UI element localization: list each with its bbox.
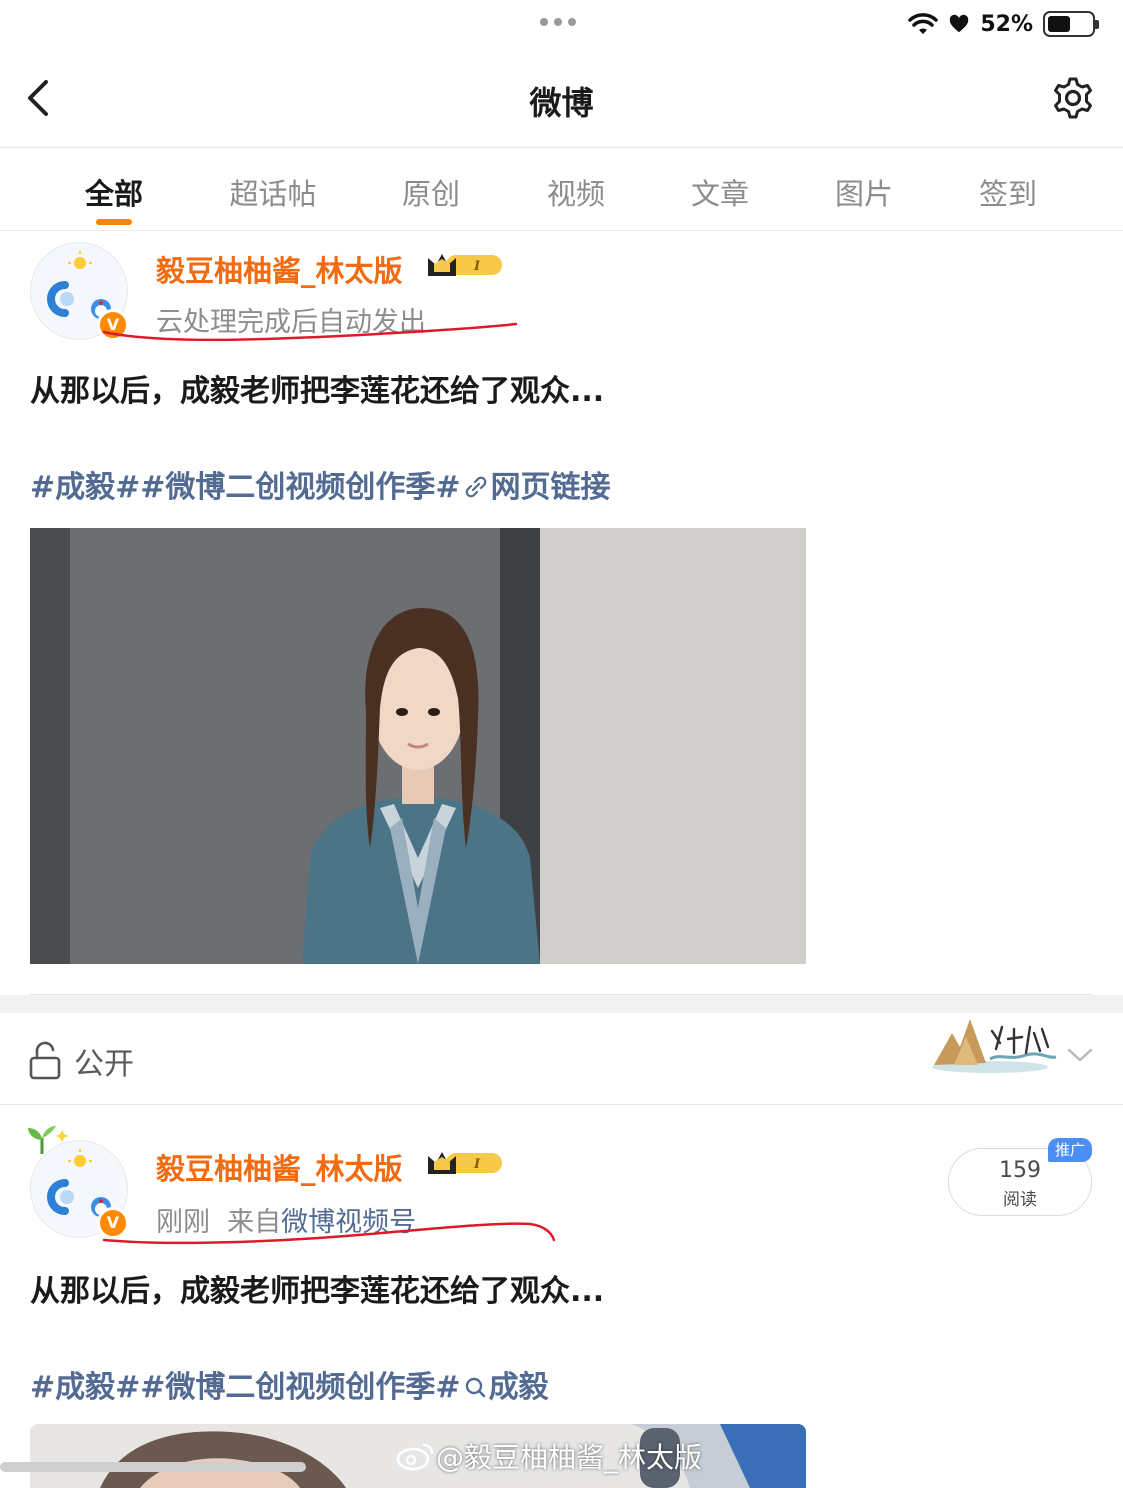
video-frame-image bbox=[30, 528, 806, 964]
red-annotation-underline bbox=[102, 322, 518, 342]
tab-video[interactable]: 视频 bbox=[547, 171, 605, 213]
heart-icon bbox=[950, 14, 969, 33]
wifi-icon bbox=[908, 13, 939, 34]
read-label: 阅读 bbox=[1003, 1190, 1037, 1210]
nav-bar: 微博 bbox=[0, 48, 1123, 148]
scroll-indicator bbox=[0, 1462, 306, 1472]
video-thumbnail[interactable] bbox=[30, 528, 806, 964]
search-chengyi-link[interactable]: 成毅 bbox=[489, 1370, 549, 1405]
promote-badge[interactable]: 推广 bbox=[1048, 1138, 1092, 1162]
link-icon bbox=[465, 476, 486, 498]
username[interactable]: 毅豆柚柚酱_林太版 bbox=[156, 1146, 403, 1188]
gear-icon[interactable] bbox=[1051, 76, 1095, 120]
tab-image[interactable]: 图片 bbox=[835, 171, 893, 213]
status-indicators: 52% bbox=[908, 8, 1099, 40]
topic-chengyi[interactable]: #成毅# bbox=[30, 1370, 140, 1405]
post-topics: #成毅##微博二创视频创作季# 网页链接 bbox=[30, 462, 611, 506]
crown-level-icon: I bbox=[428, 1152, 502, 1174]
weibo-logo-icon bbox=[396, 1443, 434, 1471]
tab-super-topic[interactable]: 超话帖 bbox=[229, 171, 316, 213]
search-icon bbox=[465, 1377, 485, 1398]
post-text[interactable]: 从那以后，成毅老师把李莲花还给了观众... bbox=[30, 1266, 604, 1310]
crown-level-icon: I bbox=[428, 254, 502, 276]
svg-text:I: I bbox=[473, 1157, 481, 1172]
chevron-down-icon[interactable] bbox=[1066, 1045, 1094, 1065]
active-tab-indicator bbox=[96, 219, 132, 225]
weibo-watermark: @毅豆柚柚酱_林太版 bbox=[396, 1436, 702, 1476]
page-title: 微博 bbox=[529, 84, 594, 122]
web-link[interactable]: 网页链接 bbox=[491, 470, 611, 505]
red-annotation-underline bbox=[102, 1222, 556, 1245]
post-card: V 毅豆柚柚酱_林太版 I 云处理完成后自动发出 从那以后，成毅老师把李莲花还给… bbox=[0, 232, 1123, 995]
topic-weibo-creation-season[interactable]: #微博二创视频创作季# bbox=[140, 1370, 460, 1405]
tab-article[interactable]: 文章 bbox=[691, 171, 749, 213]
username[interactable]: 毅豆柚柚酱_林太版 bbox=[156, 248, 403, 290]
section-gap bbox=[0, 995, 1123, 1013]
tab-checkin[interactable]: 签到 bbox=[979, 171, 1037, 213]
filter-tabs: 全部 超话帖 原创 视频 文章 图片 签到 bbox=[0, 149, 1123, 231]
tab-original[interactable]: 原创 bbox=[402, 171, 460, 213]
topic-chengyi[interactable]: #成毅# bbox=[30, 470, 140, 505]
unlock-icon bbox=[29, 1041, 61, 1080]
battery-icon bbox=[1043, 11, 1099, 37]
tab-all[interactable]: 全部 bbox=[85, 171, 143, 213]
visibility-row[interactable]: 公开 bbox=[0, 1013, 1123, 1105]
battery-percent: 52% bbox=[980, 11, 1033, 37]
mountain-sea-sticker-icon bbox=[932, 1019, 1057, 1073]
topic-weibo-creation-season[interactable]: #微博二创视频创作季# bbox=[140, 470, 460, 505]
svg-text:I: I bbox=[473, 259, 481, 274]
visibility-label: 公开 bbox=[74, 1047, 134, 1082]
watermark-text: @毅豆柚柚酱_林太版 bbox=[436, 1441, 703, 1474]
post-card: V 毅豆柚柚酱_林太版 I 刚刚 来自微博视频号 从那以后，成毅老师把李莲花还给… bbox=[0, 1106, 1123, 1488]
post-topics: #成毅##微博二创视频创作季# 成毅 bbox=[30, 1362, 549, 1406]
status-bar: 52% bbox=[0, 0, 1123, 48]
post-text[interactable]: 从那以后，成毅老师把李莲花还给了观众... bbox=[30, 366, 604, 410]
multitask-dots[interactable] bbox=[540, 18, 576, 26]
